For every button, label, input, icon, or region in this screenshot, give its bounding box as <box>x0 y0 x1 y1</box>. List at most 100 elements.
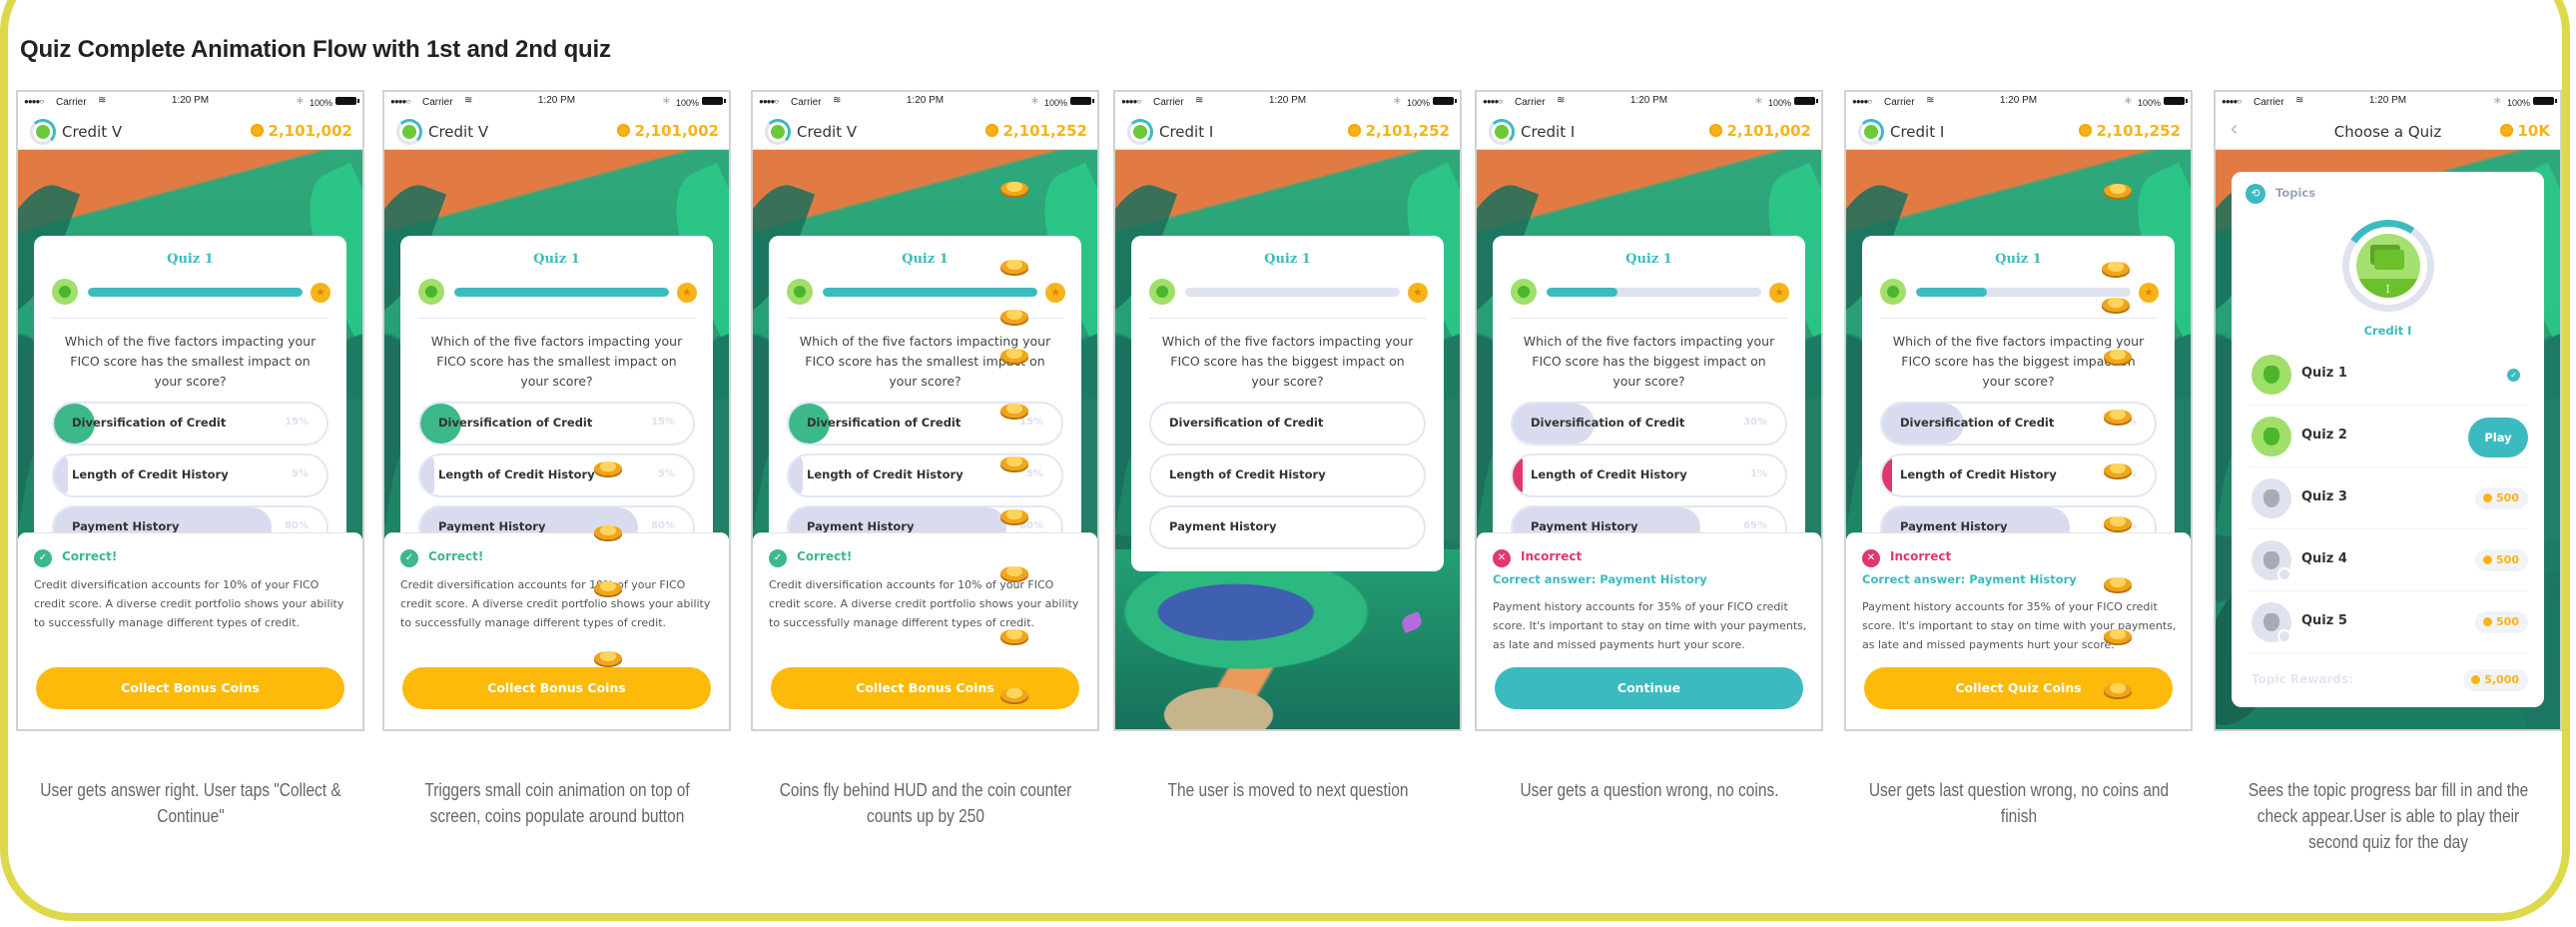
question-text: Which of the five factors impacting your… <box>1161 334 1414 389</box>
step-caption: User gets answer right. User taps "Colle… <box>40 780 341 826</box>
flying-coin-icon <box>1000 688 1028 702</box>
answer-option[interactable]: Length of Credit History 5% <box>52 454 328 497</box>
play-button[interactable]: Play <box>2468 418 2528 458</box>
quiz-progress-fill <box>1547 288 1617 297</box>
topic-progress-badge-icon[interactable] <box>1858 119 1884 145</box>
quiz-title: Quiz 1 <box>1625 252 1672 267</box>
flying-coin-icon <box>2104 350 2132 364</box>
answer-percent: 69% <box>1743 520 1767 531</box>
status-bar: ●●●●○ Carrier ≋ 1:20 PM ∗ 100% <box>753 92 1097 114</box>
quiz-label: Quiz 5 <box>2301 613 2347 628</box>
coin-icon <box>1347 124 1361 137</box>
feedback-cta-button[interactable]: Continue <box>1495 667 1803 709</box>
topic-progress-badge-icon[interactable] <box>30 119 56 145</box>
answer-option[interactable]: Length of Credit History <box>1149 454 1426 497</box>
quiz-mascot-icon <box>787 279 813 305</box>
answer-option[interactable]: Diversification of Credit30% <box>1880 402 2157 446</box>
question-text: Which of the five factors impacting your… <box>1523 334 1775 389</box>
topic-progress-badge-icon[interactable] <box>396 119 422 145</box>
bluetooth-icon: ∗ <box>1392 95 1402 107</box>
quiz-row-2[interactable]: Quiz 2 Play <box>2248 406 2528 467</box>
quiz-progress-bar <box>1916 288 2131 297</box>
coin-counter: 2,101,002 <box>616 122 719 140</box>
star-coin-icon: ★ <box>1769 283 1789 303</box>
quiz-mascot-icon <box>418 279 444 305</box>
topics-label[interactable]: Topics <box>2275 186 2315 200</box>
quiz-label: Quiz 1 <box>2301 366 2347 381</box>
answer-option[interactable]: Length of Credit History 5% <box>418 454 695 497</box>
reward-amount: 500 <box>2496 615 2519 628</box>
quiz-progress-fill <box>1916 288 1987 297</box>
flying-coin-icon <box>2104 184 2132 198</box>
step-caption: The user is moved to next question <box>1167 780 1409 800</box>
star-coin-icon: ★ <box>1408 283 1428 303</box>
feedback-panel: ✕ Incorrect Correct answer: Payment Histor… <box>1477 532 1821 729</box>
quiz-row-5[interactable]: Quiz 5 500 <box>2248 591 2528 653</box>
topic-progress-badge-icon[interactable] <box>765 119 791 145</box>
correct-answer-text: Correct answer: Payment History <box>1493 572 1707 586</box>
answer-option[interactable]: Diversification of Credit <box>1149 402 1426 446</box>
answer-option[interactable]: Diversification of Credit 15% <box>418 402 695 446</box>
answer-percent: 15% <box>1019 417 1043 428</box>
battery-icon <box>2533 97 2557 105</box>
hud-bar: Credit I 2,101,002 <box>1477 114 1821 150</box>
step-caption: Sees the topic progress bar fill in and … <box>2248 780 2529 852</box>
quiz-mascot-icon <box>1880 279 1906 305</box>
topic-progress-badge-icon[interactable] <box>1489 119 1515 145</box>
coin-count: 10K <box>2517 122 2551 140</box>
answer-option[interactable]: Diversification of Credit 15% <box>52 402 328 446</box>
quiz-card: Quiz 1 ★ Which of the five factors impacti… <box>769 236 1081 571</box>
coin-icon <box>2483 493 2493 502</box>
topics-refresh-icon[interactable]: ⟲ <box>2246 184 2265 204</box>
battery-icon <box>335 97 359 105</box>
quiz-card: Quiz 1 ★ Which of the five factors impacti… <box>1493 236 1805 571</box>
coin-icon <box>250 124 264 137</box>
topic-name: Credit I <box>2363 324 2412 338</box>
flying-coin-icon <box>2104 516 2132 530</box>
answer-label: Payment History <box>438 519 546 533</box>
feedback-cta-button[interactable]: Collect Bonus Coins <box>771 667 1079 709</box>
reward-amount: 500 <box>2496 491 2519 504</box>
topic-progress-badge-icon[interactable] <box>1127 119 1153 145</box>
coin-icon <box>984 124 998 137</box>
step-caption: User gets last question wrong, no coins … <box>1868 780 2170 826</box>
reward-amount: 5,000 <box>2484 673 2519 686</box>
hud-bar: Credit V 2,101,252 <box>753 114 1097 150</box>
quiz-card: Quiz 1 ★ Which of the five factors impacti… <box>1131 236 1444 571</box>
flying-coin-icon <box>594 525 622 539</box>
feedback-cta-button[interactable]: Collect Bonus Coins <box>36 667 344 709</box>
answer-option[interactable]: Payment History <box>1149 505 1426 549</box>
feedback-explanation: Credit diversification accounts for 10% … <box>400 578 711 629</box>
bluetooth-icon: ∗ <box>661 95 671 107</box>
topic-reward-badge: 5,000 <box>2463 669 2528 691</box>
hud-topic-name: Credit V <box>428 123 489 141</box>
butterfly-decoration <box>1399 611 1425 633</box>
star-coin-icon: ★ <box>677 283 697 303</box>
feedback-cta-button[interactable]: Collect Bonus Coins <box>402 667 711 709</box>
feedback-status: Incorrect <box>1890 549 1952 563</box>
answer-list: Diversification of Credit Length of Credi… <box>1149 402 1426 557</box>
quiz-mascot-icon <box>2252 355 2291 395</box>
correct-answer-text: Correct answer: Payment History <box>1862 572 2077 586</box>
quiz-row-1[interactable]: Quiz 1 ✓ <box>2248 344 2528 406</box>
credit-card-topic-icon: I <box>2355 234 2420 298</box>
answer-label: Length of Credit History <box>1900 467 2057 481</box>
answer-label: Diversification of Credit <box>438 416 593 430</box>
feedback-status: Correct! <box>428 549 484 563</box>
answer-percent: 80% <box>285 520 309 531</box>
check-circle-icon: ✓ <box>400 549 418 567</box>
answer-label: Payment History <box>72 519 180 533</box>
answer-option[interactable]: Length of Credit History 1% <box>1511 454 1787 497</box>
step-caption: User gets a question wrong, no coins. <box>1520 780 1779 800</box>
flying-coin-icon <box>2104 577 2132 591</box>
answer-label: Length of Credit History <box>807 467 964 481</box>
flying-coin-icon <box>594 651 622 665</box>
answer-option[interactable]: Diversification of Credit30% <box>1511 402 1787 446</box>
completed-check-icon: ✓ <box>2507 369 2520 382</box>
coin-counter: 2,101,252 <box>984 122 1087 140</box>
quiz-row-3[interactable]: Quiz 3 500 <box>2248 467 2528 529</box>
feedback-explanation: Credit diversification accounts for 10% … <box>769 578 1079 629</box>
coin-counter: 2,101,002 <box>1708 122 1811 140</box>
battery-percent: 100% <box>2506 98 2530 108</box>
quiz-row-4[interactable]: Quiz 4 500 <box>2248 529 2528 591</box>
